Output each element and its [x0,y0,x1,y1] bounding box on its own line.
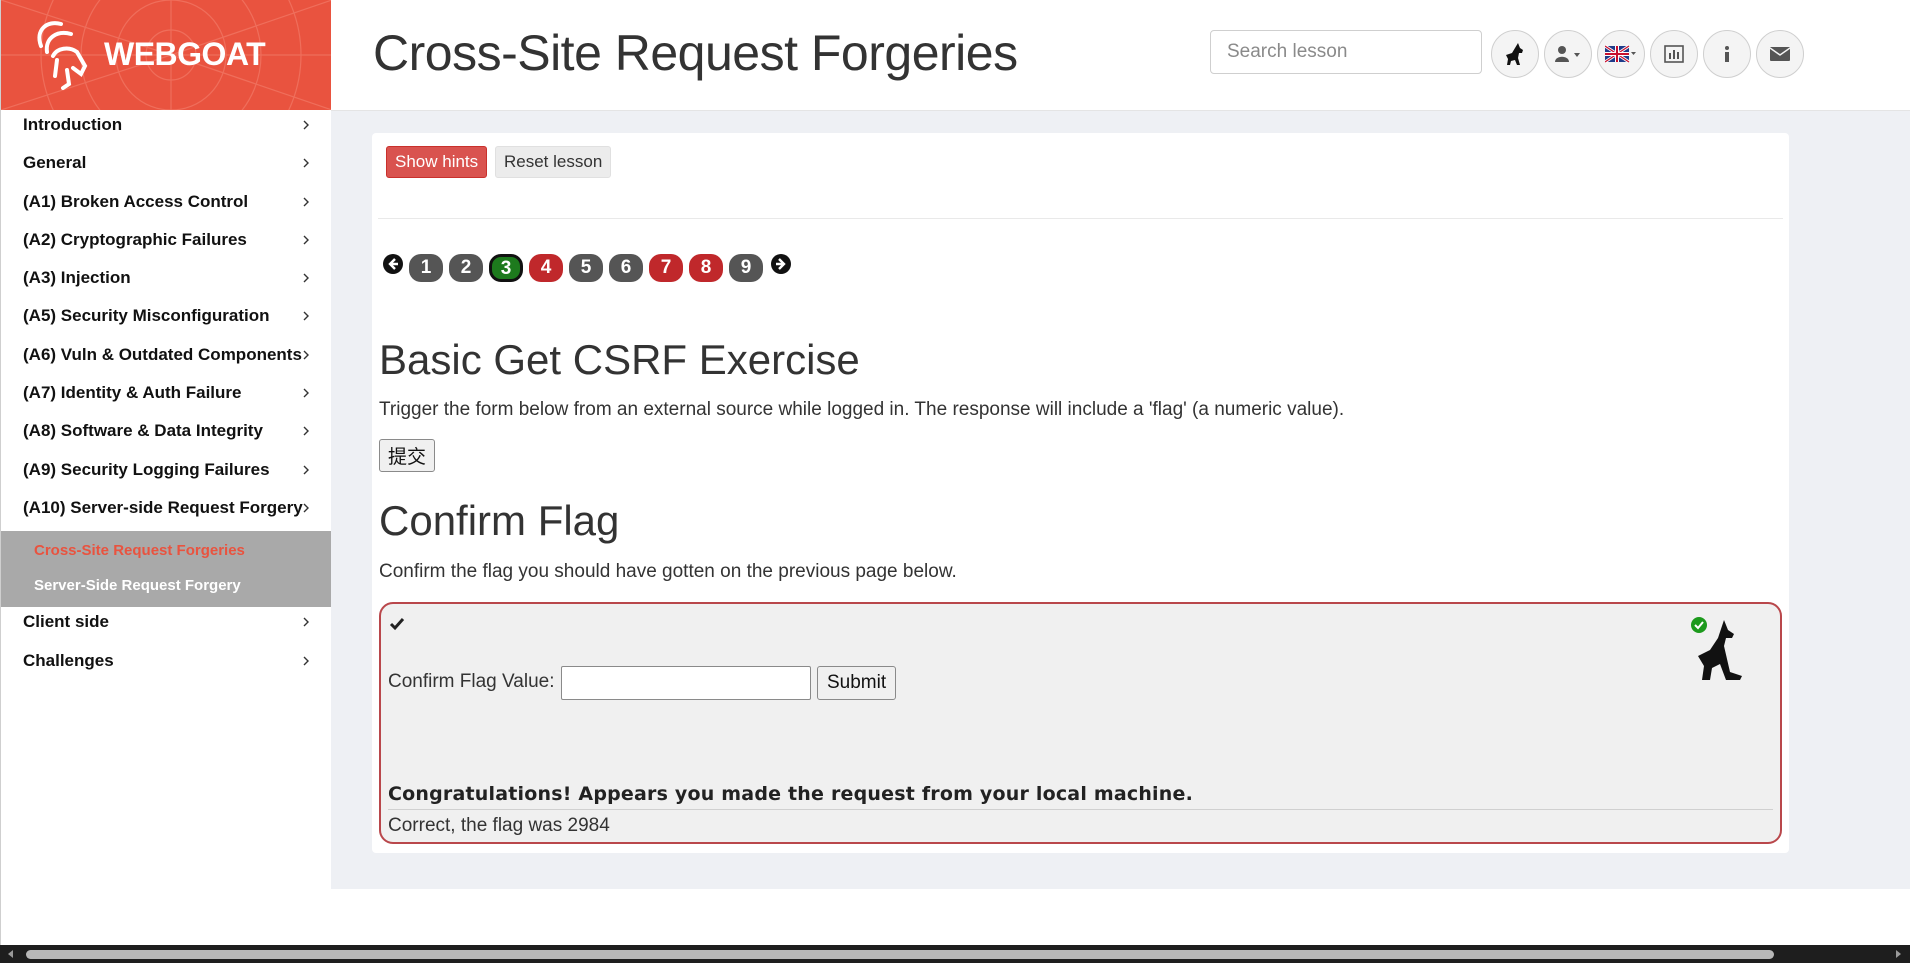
sidebar-item-general[interactable]: General [1,148,332,186]
page-2[interactable]: 2 [449,254,483,282]
search-input[interactable] [1210,30,1482,74]
sidebar-item-label: Challenges [23,650,114,670]
page-3[interactable]: 3 [489,254,523,282]
report-card-icon [1664,45,1684,63]
chevron-right-icon [303,503,309,513]
sidebar-item-label: (A6) Vuln & Outdated Components [23,344,302,364]
sidebar-item-label: (A3) Injection [23,268,131,288]
page-1[interactable]: 1 [409,254,443,282]
chevron-right-icon [303,617,309,627]
attack-output: Correct, the flag was 2984 [388,815,610,836]
sidebar-item-a5[interactable]: (A5) Security Misconfiguration [1,301,332,339]
brand-header[interactable]: WEBGOAT [1,0,332,110]
sidebar-item-a6[interactable]: (A6) Vuln & Outdated Components [1,340,332,378]
sidebar: WEBGOAT Introduction General (A1) Broken… [0,0,332,945]
next-page-icon[interactable] [770,253,792,275]
page-4[interactable]: 4 [529,254,563,282]
sidebar-item-label: (A9) Security Logging Failures [23,459,270,479]
sidebar-item-label: General [23,153,87,173]
sidebar-item-label: (A5) Security Misconfiguration [23,306,270,326]
divider [388,809,1773,810]
prev-page-icon[interactable] [382,253,404,275]
sidebar-item-a9[interactable]: (A9) Security Logging Failures [1,455,332,493]
flag-value-label: Confirm Flag Value: [388,671,555,692]
scroll-left-icon[interactable] [6,949,16,959]
brand-name: WEBGOAT [104,36,266,72]
sidebar-item-label: (A10) Server-side Request Forgery [23,497,303,517]
sidebar-item-a2[interactable]: (A2) Cryptographic Failures [1,225,332,263]
sidebar-item-introduction[interactable]: Introduction [1,110,332,148]
confirm-description: Confirm the flag you should have gotten … [379,561,957,582]
chevron-right-icon [303,197,309,207]
attack-container: Confirm Flag Value: Submit Congratulatio… [379,602,1782,844]
chevron-right-icon [303,120,309,130]
chevron-right-icon [303,656,309,666]
language-button[interactable] [1597,30,1645,78]
attack-feedback: Congratulations! Appears you made the re… [388,783,1193,805]
main-content: Show hints Reset lesson 1 2 3 4 5 6 7 8 … [331,111,1910,889]
scroll-right-icon[interactable] [1893,949,1903,959]
divider [378,218,1783,219]
csrf-form-submit-button[interactable]: 提交 [379,439,436,472]
flag-value-input[interactable] [561,666,811,700]
sidebar-subitem-ssrf[interactable]: Server-Side Request Forgery [1,568,332,603]
page-title: Cross-Site Request Forgeries [373,25,1018,81]
exercise-description: Trigger the form below from an external … [379,399,1345,420]
sidebar-item-a8[interactable]: (A8) Software & Data Integrity [1,416,332,454]
wolf-button[interactable] [1491,30,1539,78]
flag-submit-button[interactable]: Submit [817,666,897,700]
sidebar-item-client-side[interactable]: Client side [1,607,332,645]
page-5[interactable]: 5 [569,254,603,282]
sidebar-subitem-csrf[interactable]: Cross-Site Request Forgeries [1,533,332,568]
confirm-title: Confirm Flag [379,497,620,544]
top-header: Cross-Site Request Forgeries [331,0,1910,111]
sidebar-item-challenges[interactable]: Challenges [1,646,332,684]
lesson-panel: Show hints Reset lesson 1 2 3 4 5 6 7 8 … [372,133,1789,853]
sidebar-item-label: Introduction [23,115,123,134]
user-menu-button[interactable] [1544,30,1592,78]
page-7[interactable]: 7 [649,254,683,282]
chevron-right-icon [303,465,309,475]
exercise-title: Basic Get CSRF Exercise [379,336,860,383]
user-icon [1555,46,1580,62]
sidebar-item-a7[interactable]: (A7) Identity & Auth Failure [1,378,332,416]
envelope-icon [1770,47,1790,61]
contact-button[interactable] [1756,30,1804,78]
sidebar-item-a1[interactable]: (A1) Broken Access Control [1,187,332,225]
sidebar-item-a10[interactable]: (A10) Server-side Request Forgery [1,493,332,531]
info-icon [1725,46,1729,62]
sidebar-item-a3[interactable]: (A3) Injection [1,263,332,301]
sidebar-item-label: (A1) Broken Access Control [23,191,249,211]
sidebar-item-label: (A8) Software & Data Integrity [23,421,263,441]
checkmark-icon [389,618,405,631]
page-6[interactable]: 6 [609,254,643,282]
about-button[interactable] [1703,30,1751,78]
sidebar-item-label: (A2) Cryptographic Failures [23,229,247,249]
assignment-solved-indicator [1690,616,1750,682]
page-9[interactable]: 9 [729,254,763,282]
chevron-right-icon [303,350,309,360]
wolf-icon [1506,43,1523,65]
solved-wolf-icon [1691,617,1742,680]
sidebar-item-label: Client side [23,612,109,632]
reset-lesson-button[interactable]: Reset lesson [495,146,612,178]
sidebar-item-label: (A7) Identity & Auth Failure [23,383,242,403]
chevron-right-icon [303,388,309,398]
scrollbar-thumb[interactable] [26,950,1774,959]
goat-logo-icon [37,21,88,90]
chevron-right-icon [303,273,309,283]
chevron-right-icon [303,311,309,321]
uk-flag-icon [1605,44,1636,64]
chevron-right-icon [303,158,309,168]
submenu-a10: Cross-Site Request Forgeries Server-Side… [1,531,332,608]
horizontal-scrollbar[interactable] [0,945,1910,963]
report-card-button[interactable] [1650,30,1698,78]
show-hints-button[interactable]: Show hints [386,146,488,178]
chevron-right-icon [303,426,309,436]
lesson-navigation: Introduction General (A1) Broken Access … [1,110,332,684]
page-8[interactable]: 8 [689,254,723,282]
chevron-right-icon [303,235,309,245]
